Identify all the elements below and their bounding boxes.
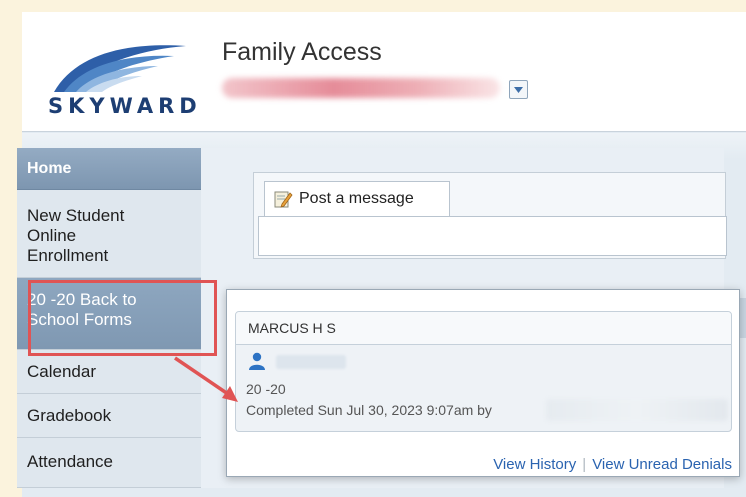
logo-wordmark: SKYWARD xyxy=(48,94,202,118)
message-input[interactable] xyxy=(258,216,727,256)
message-panel: Post a message xyxy=(253,172,727,259)
student-name: MARCUS H S xyxy=(236,312,731,345)
sidebar-item-label: Attendance xyxy=(27,452,114,471)
link-separator: | xyxy=(582,456,587,473)
view-history-link[interactable]: View History xyxy=(493,456,576,473)
skyward-logo[interactable]: SKYWARD xyxy=(46,36,211,131)
dropdown-arrow-icon xyxy=(514,86,523,93)
edit-message-icon xyxy=(274,191,293,208)
header: SKYWARD Family Access xyxy=(22,12,746,132)
post-message-tab[interactable]: Post a message xyxy=(264,181,450,216)
view-unread-denials-link[interactable]: View Unread Denials xyxy=(592,456,732,473)
sidebar-item-attendance[interactable]: Attendance xyxy=(17,438,201,488)
app-title: Family Access xyxy=(222,38,382,66)
sidebar-item-new-student-enrollment[interactable]: New Student Online Enrollment xyxy=(17,190,201,278)
student-card: MARCUS H S 20 -20 Completed Sun Jul 30, … xyxy=(235,311,732,432)
student-name-redacted xyxy=(276,355,346,369)
post-message-label: Post a message xyxy=(299,190,414,207)
logo-swoosh-icon xyxy=(54,45,186,92)
popup-links: View History | View Unread Denials xyxy=(227,456,741,473)
account-dropdown-button[interactable] xyxy=(509,80,528,99)
sidebar-item-gradebook[interactable]: Gradebook xyxy=(17,394,201,438)
person-icon xyxy=(249,352,265,370)
sidebar-item-label: Home xyxy=(27,160,72,177)
completed-by-redacted xyxy=(546,399,728,421)
sidebar-item-label: New Student Online Enrollment xyxy=(27,206,125,265)
sidebar-item-label: Calendar xyxy=(27,362,96,381)
sidebar-item-label: Gradebook xyxy=(27,406,112,425)
completion-status: Completed Sun Jul 30, 2023 9:07am by xyxy=(246,402,492,418)
highlight-box xyxy=(28,280,217,356)
sidebar-item-home[interactable]: Home xyxy=(17,148,201,190)
account-name-redacted xyxy=(222,78,500,98)
sidebar-item-calendar[interactable]: Calendar xyxy=(17,350,201,394)
forms-status-popup: MARCUS H S 20 -20 Completed Sun Jul 30, … xyxy=(226,289,740,477)
school-year: 20 -20 xyxy=(246,381,286,397)
student-card-body: 20 -20 Completed Sun Jul 30, 2023 9:07am… xyxy=(236,345,731,431)
